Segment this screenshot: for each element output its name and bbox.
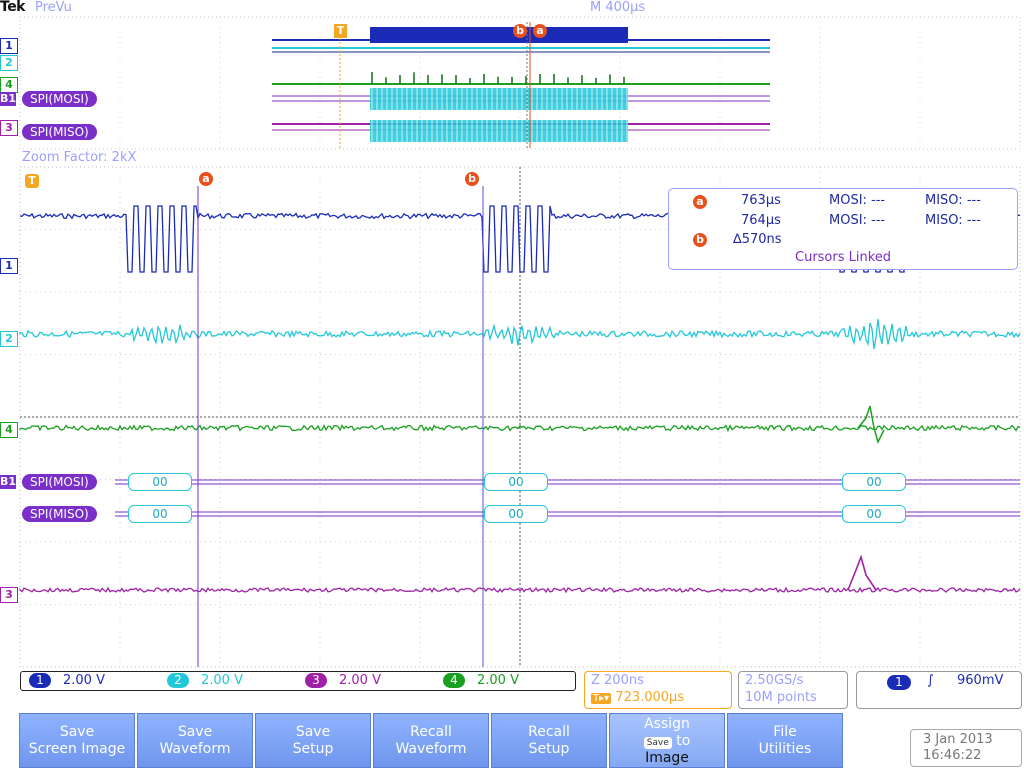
- zoom-position-row: T▸▾ 723.000µs: [591, 690, 684, 705]
- button-line2: Waveform: [159, 741, 231, 757]
- waveform-display[interactable]: [0, 0, 1024, 710]
- assign-save-button[interactable]: Assign Save to Image: [609, 713, 725, 768]
- ch4-status[interactable]: 4 2.00 V: [443, 673, 519, 688]
- ch4-badge: 4: [443, 673, 465, 688]
- main-spi-miso-label[interactable]: SPI(MISO): [22, 506, 97, 522]
- time: 16:46:22: [923, 748, 982, 763]
- save-setup-button[interactable]: Save Setup: [255, 713, 371, 768]
- zoom-position: 723.000µs: [615, 690, 685, 705]
- button-line2: Screen Image: [28, 741, 126, 757]
- trigger-position-icon: T▸▾: [591, 693, 612, 704]
- recall-waveform-button[interactable]: Recall Waveform: [373, 713, 489, 768]
- overview-b1-label[interactable]: B1: [0, 92, 16, 106]
- zoom-readout[interactable]: Z 200ns T▸▾ 723.000µs: [584, 671, 732, 709]
- overview-ch2-label[interactable]: 2: [0, 55, 18, 71]
- button-line1: Assign: [644, 716, 690, 732]
- cursor-a-mosi: MOSI: ---: [829, 193, 886, 208]
- file-utilities-button[interactable]: File Utilities: [727, 713, 843, 768]
- recall-setup-button[interactable]: Recall Setup: [491, 713, 607, 768]
- main-ch2-label[interactable]: 2: [0, 331, 18, 347]
- button-line2: Utilities: [758, 741, 812, 757]
- button-line2: Waveform: [395, 741, 467, 757]
- main-ch4-label[interactable]: 4: [0, 422, 18, 438]
- button-line1: Save: [295, 724, 331, 740]
- ch2-scale: 2.00 V: [201, 673, 243, 688]
- main-ch3-label[interactable]: 3: [0, 587, 18, 603]
- ch3-status[interactable]: 3 2.00 V: [305, 673, 381, 688]
- overview-cursor-a-marker[interactable]: a: [533, 24, 547, 38]
- button-line1: Save: [177, 724, 213, 740]
- datetime-display: 3 Jan 2013 16:46:22: [910, 729, 1022, 767]
- cursor-a-time: 763µs: [741, 193, 781, 208]
- cursor-b-miso: MISO: ---: [925, 213, 981, 228]
- trigger-source: 1: [887, 675, 911, 690]
- main-b1-label[interactable]: B1: [0, 475, 16, 489]
- acquisition-readout[interactable]: 2.50GS/s 10M points: [738, 671, 848, 709]
- main-cursor-a-marker[interactable]: a: [199, 172, 213, 186]
- record-length: 10M points: [745, 690, 817, 705]
- mosi-packet[interactable]: 00: [128, 473, 192, 491]
- ch2-badge: 2: [167, 673, 189, 688]
- ch1-scale: 2.00 V: [63, 673, 105, 688]
- cursor-b-time: 764µs: [741, 213, 781, 228]
- date: 3 Jan 2013: [923, 732, 993, 747]
- overview-cursor-b-marker[interactable]: b: [513, 24, 527, 38]
- ch3-scale: 2.00 V: [339, 673, 381, 688]
- cursor-b-mosi: MOSI: ---: [829, 213, 886, 228]
- trigger-readout[interactable]: 1 ∫ 960mV: [856, 671, 1022, 709]
- cursor-readout-panel[interactable]: a 763µs MOSI: --- MISO: --- 764µs MOSI: …: [668, 188, 1018, 270]
- ch1-status[interactable]: 1 2.00 V: [29, 673, 105, 688]
- button-to: to: [676, 733, 691, 749]
- rising-edge-icon: ∫: [927, 673, 934, 688]
- button-line1: Save: [59, 724, 95, 740]
- cursor-a-icon: a: [693, 195, 707, 209]
- overview-trigger-marker: T: [334, 24, 347, 38]
- main-spi-mosi-label[interactable]: SPI(MOSI): [22, 474, 97, 490]
- overview-ch3-label[interactable]: 3: [0, 120, 18, 136]
- zoom-factor: Zoom Factor: 2kX: [22, 150, 137, 165]
- overview-spi-mosi-label[interactable]: SPI(MOSI): [22, 91, 97, 107]
- cursor-delta: ∆570ns: [733, 232, 782, 247]
- main-ch1-label[interactable]: 1: [0, 258, 18, 274]
- button-line2: Setup: [528, 741, 570, 757]
- mosi-packet[interactable]: 00: [484, 473, 548, 491]
- zoom-scale: Z 200ns: [591, 673, 644, 688]
- save-icon: Save: [643, 737, 672, 749]
- channel-status-bar[interactable]: 1 2.00 V 2 2.00 V 3 2.00 V 4 2.00 V: [20, 671, 576, 691]
- miso-packet[interactable]: 00: [128, 505, 192, 523]
- miso-packet[interactable]: 00: [842, 505, 906, 523]
- main-cursor-b-marker[interactable]: b: [465, 172, 479, 186]
- ch3-badge: 3: [305, 673, 327, 688]
- overview-ch4-label[interactable]: 4: [0, 77, 18, 93]
- button-line2: Image: [645, 750, 689, 766]
- button-line1: File: [773, 724, 797, 740]
- ch4-scale: 2.00 V: [477, 673, 519, 688]
- button-line2: Setup: [292, 741, 334, 757]
- overview-spi-miso-label[interactable]: SPI(MISO): [22, 124, 97, 140]
- cursor-b-icon: b: [693, 233, 707, 247]
- overview-ch1-label[interactable]: 1: [0, 38, 18, 54]
- main-trigger-marker: T: [25, 174, 39, 188]
- cursors-linked: Cursors Linked: [795, 250, 892, 265]
- button-line1: Recall: [410, 724, 452, 740]
- save-screen-image-button[interactable]: Save Screen Image: [19, 713, 135, 768]
- sample-rate: 2.50GS/s: [745, 673, 804, 688]
- button-line1: Recall: [528, 724, 570, 740]
- mosi-packet[interactable]: 00: [842, 473, 906, 491]
- trigger-level: 960mV: [957, 673, 1004, 688]
- cursor-a-miso: MISO: ---: [925, 193, 981, 208]
- save-waveform-button[interactable]: Save Waveform: [137, 713, 253, 768]
- ch2-status[interactable]: 2 2.00 V: [167, 673, 243, 688]
- ch1-badge: 1: [29, 673, 51, 688]
- miso-packet[interactable]: 00: [484, 505, 548, 523]
